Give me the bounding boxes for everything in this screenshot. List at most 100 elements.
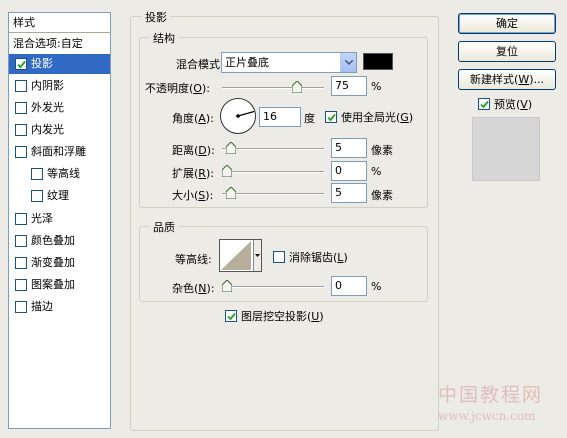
bevel-emboss-checkbox[interactable] (15, 146, 27, 158)
contour-checkbox[interactable] (31, 168, 43, 180)
preview-label: 预览(V) (494, 98, 533, 111)
inner-glow-checkbox[interactable] (15, 124, 27, 136)
outer-glow-checkbox[interactable] (15, 102, 27, 114)
style-list-header: 样式 (9, 13, 110, 33)
global-light-option[interactable]: 使用全局光(G) (325, 109, 413, 125)
angle-dial[interactable] (219, 97, 257, 135)
noise-slider-track[interactable] (222, 286, 324, 288)
structure-title: 结构 (150, 30, 178, 46)
blend-mode-label: 混合模式: (176, 58, 224, 71)
distance-slider-track[interactable] (222, 148, 324, 150)
preview-swatch (472, 117, 540, 181)
noise-label: 杂色(N): (172, 282, 215, 295)
knockout-option[interactable]: 图层挖空投影(U) (225, 308, 324, 324)
style-item-drop-shadow[interactable]: 投影 (9, 54, 110, 74)
ok-button[interactable]: 确定 (458, 13, 556, 34)
new-style-button[interactable]: 新建样式(W)... (458, 69, 556, 90)
quality-title: 品质 (150, 219, 178, 235)
blend-mode-value: 正片叠底 (225, 56, 269, 69)
style-item-contour[interactable]: 等高线 (9, 164, 110, 184)
pattern-overlay-checkbox[interactable] (15, 279, 27, 291)
style-item-label: 图案叠加 (31, 278, 75, 291)
style-item-color-overlay[interactable]: 颜色叠加 (9, 231, 110, 251)
size-slider-thumb[interactable] (225, 186, 237, 200)
style-item-pattern-overlay[interactable]: 图案叠加 (9, 275, 110, 295)
size-label: 大小(S): (172, 189, 214, 202)
style-item-label: 描边 (31, 300, 53, 313)
noise-unit: % (371, 280, 382, 293)
style-item-label: 等高线 (47, 167, 80, 180)
noise-slider-thumb[interactable] (221, 279, 233, 293)
style-item-label: 内阴影 (31, 79, 64, 92)
style-item-label: 外发光 (31, 101, 64, 114)
knockout-checkbox[interactable] (225, 310, 237, 322)
size-input[interactable]: 5 (331, 183, 367, 203)
angle-input[interactable]: 16 (259, 107, 301, 127)
angle-unit: 度 (304, 112, 315, 125)
angle-label: 角度(A): (172, 112, 214, 125)
anti-alias-option[interactable]: 消除锯齿(L) (273, 249, 348, 265)
style-item-outer-glow[interactable]: 外发光 (9, 98, 110, 118)
style-item-satin[interactable]: 光泽 (9, 209, 110, 229)
style-item-label: 颜色叠加 (31, 234, 75, 247)
opacity-label: 不透明度(O): (145, 82, 210, 95)
noise-input[interactable]: 0 (331, 276, 367, 296)
drop-shadow-checkbox[interactable] (15, 58, 27, 70)
anti-alias-label: 消除锯齿(L) (289, 251, 348, 264)
stroke-checkbox[interactable] (15, 301, 27, 313)
style-item-gradient-overlay[interactable]: 渐变叠加 (9, 253, 110, 273)
size-slider-track[interactable] (222, 193, 324, 195)
chevron-down-icon[interactable] (340, 53, 356, 72)
preview-checkbox[interactable] (478, 98, 490, 110)
watermark: 中国教程网 www.jcwcn.com (438, 380, 558, 430)
distance-unit: 像素 (371, 144, 393, 157)
color-overlay-checkbox[interactable] (15, 235, 27, 247)
style-item-label: 渐变叠加 (31, 256, 75, 269)
blend-options-label: 混合选项:自定 (13, 37, 83, 50)
style-item-blend-options[interactable]: 混合选项:自定 (9, 34, 110, 54)
opacity-slider-track[interactable] (222, 87, 324, 89)
watermark-url: www.jcwcn.com (438, 409, 536, 423)
opacity-slider-thumb[interactable] (291, 80, 303, 94)
reset-button[interactable]: 复位 (458, 41, 556, 62)
shadow-color-swatch[interactable] (363, 53, 393, 70)
blend-mode-select[interactable]: 正片叠底 (221, 52, 357, 73)
spread-slider-thumb[interactable] (221, 164, 233, 178)
style-item-texture[interactable]: 纹理 (9, 186, 110, 206)
contour-picker[interactable] (219, 239, 262, 272)
preview-option[interactable]: 预览(V) (478, 96, 532, 112)
style-item-label: 斜面和浮雕 (31, 145, 86, 158)
opacity-input[interactable]: 75 (331, 76, 367, 96)
distance-label: 距离(D): (172, 144, 215, 157)
drop-shadow-title: 投影 (142, 9, 170, 25)
style-item-bevel-emboss[interactable]: 斜面和浮雕 (9, 142, 110, 162)
style-item-label: 内发光 (31, 123, 64, 136)
spread-slider-track[interactable] (222, 171, 324, 173)
distance-input[interactable]: 5 (331, 138, 367, 158)
style-list-panel: 样式 混合选项:自定 投影 内阴影 外发光 内发光 斜面和浮雕 等高线 纹理 光… (8, 12, 111, 429)
style-item-inner-glow[interactable]: 内发光 (9, 120, 110, 140)
style-item-inner-shadow[interactable]: 内阴影 (9, 76, 110, 96)
style-item-label: 投影 (31, 57, 53, 70)
contour-preview-icon (221, 241, 251, 270)
style-item-stroke[interactable]: 描边 (9, 297, 110, 317)
contour-label: 等高线: (175, 253, 212, 266)
texture-checkbox[interactable] (31, 190, 43, 202)
style-item-label: 纹理 (47, 189, 69, 202)
distance-slider-thumb[interactable] (225, 141, 237, 155)
spread-label: 扩展(R): (172, 167, 214, 180)
opacity-unit: % (371, 80, 382, 93)
spread-input[interactable]: 0 (331, 161, 367, 181)
knockout-label: 图层挖空投影(U) (241, 310, 324, 323)
spread-unit: % (371, 165, 382, 178)
anti-alias-checkbox[interactable] (273, 251, 285, 263)
size-unit: 像素 (371, 189, 393, 202)
contour-dropdown-arrow-icon[interactable] (253, 240, 261, 271)
gradient-overlay-checkbox[interactable] (15, 257, 27, 269)
global-light-label: 使用全局光(G) (341, 111, 414, 124)
inner-shadow-checkbox[interactable] (15, 80, 27, 92)
watermark-title: 中国教程网 (438, 384, 544, 406)
global-light-checkbox[interactable] (325, 111, 337, 123)
style-item-label: 光泽 (31, 212, 53, 225)
satin-checkbox[interactable] (15, 213, 27, 225)
